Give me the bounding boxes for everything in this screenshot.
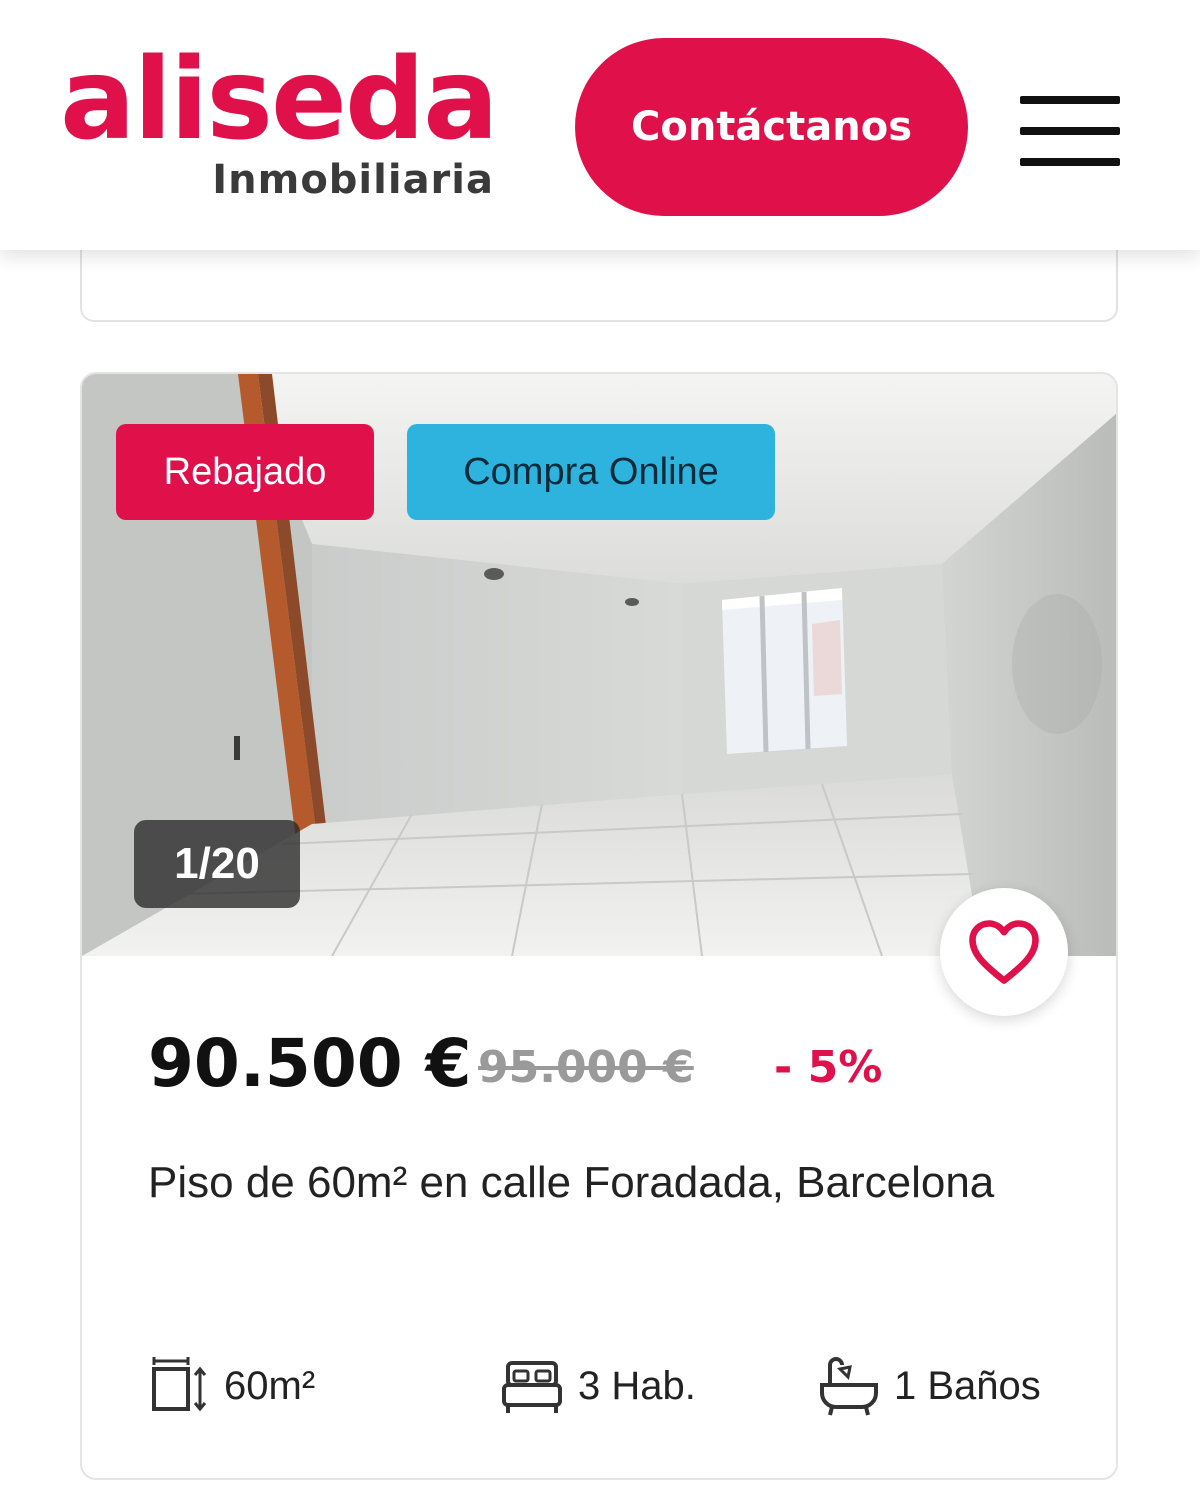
listing-title[interactable]: Piso de 60m² en calle Foradada, Barcelon…: [148, 1152, 1008, 1214]
feature-area-value: 60m²: [224, 1363, 316, 1408]
current-price: 90.500 €: [148, 1025, 472, 1102]
listing-photo[interactable]: Rebajado Compra Online 1/20: [82, 374, 1116, 956]
discounted-badge[interactable]: Rebajado: [116, 424, 374, 520]
price-row: 90.500 € 95.000 € - 5%: [148, 1024, 1048, 1104]
site-header: aliseda Inmobiliaria Contáctanos: [0, 0, 1200, 250]
area-icon: [152, 1357, 207, 1412]
listing-card[interactable]: Rebajado Compra Online 1/20 90.500 € 95.…: [80, 372, 1118, 1480]
feature-baths-value: 1 Baños: [894, 1363, 1041, 1408]
discount-percentage: - 5%: [774, 1042, 883, 1093]
old-price: 95.000 €: [478, 1042, 694, 1093]
aliseda-logo[interactable]: aliseda Inmobiliaria: [60, 44, 500, 214]
feature-rooms-value: 3 Hab.: [578, 1363, 696, 1408]
logo-wordmark: aliseda: [60, 35, 499, 165]
listing-features: 60m² 3 Hab. 1 Baños: [148, 1346, 1068, 1426]
logo-subtitle: Inmobiliaria: [212, 157, 494, 203]
feature-rooms: 3 Hab.: [500, 1346, 696, 1426]
heart-icon: [969, 920, 1039, 984]
feature-area: 60m²: [148, 1346, 315, 1426]
favorite-button[interactable]: [940, 888, 1068, 1016]
contact-button[interactable]: Contáctanos: [575, 38, 968, 216]
feature-baths: 1 Baños: [818, 1346, 1041, 1426]
bed-icon: [502, 1361, 562, 1413]
buy-online-badge[interactable]: Compra Online: [407, 424, 775, 520]
hamburger-menu-icon[interactable]: [1020, 96, 1120, 166]
bathtub-icon: [820, 1357, 878, 1416]
photo-counter: 1/20: [134, 820, 300, 908]
